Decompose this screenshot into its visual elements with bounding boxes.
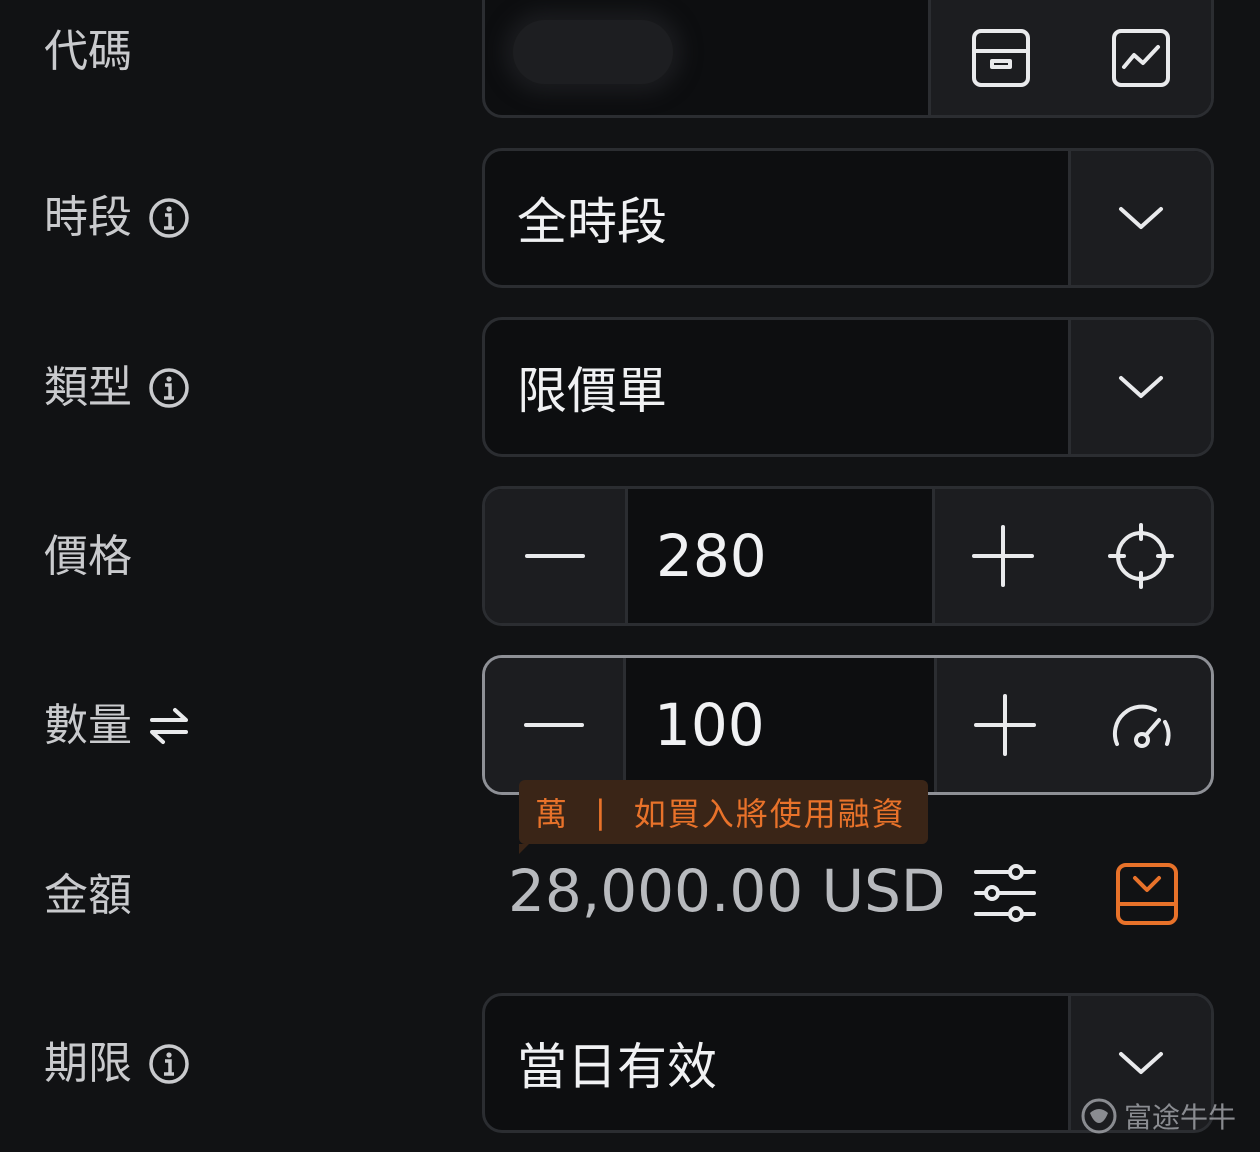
order-type-select[interactable]: 限價單 bbox=[482, 317, 1214, 457]
price-decrease-button[interactable] bbox=[485, 489, 628, 623]
info-icon[interactable] bbox=[148, 197, 190, 239]
session-value: 全時段 bbox=[517, 193, 667, 251]
quantity-stepper[interactable]: 100 bbox=[482, 655, 1214, 795]
price-increase-button[interactable] bbox=[932, 489, 1071, 623]
bull-logo-icon bbox=[1081, 1098, 1117, 1134]
amount-label: 金額 bbox=[44, 870, 132, 921]
order-type-dropdown-button[interactable] bbox=[1068, 320, 1211, 454]
tray-down-icon bbox=[1116, 863, 1178, 925]
swap-icon[interactable] bbox=[148, 705, 190, 747]
margin-tooltip: 萬 | 如買入將使用融資 bbox=[519, 780, 928, 854]
price-input[interactable]: 280 bbox=[628, 489, 932, 623]
quantity-input[interactable]: 100 bbox=[626, 658, 934, 792]
watermark: 富途牛牛 bbox=[1080, 1096, 1236, 1136]
chevron-down-icon bbox=[1119, 207, 1163, 229]
code-label: 代碼 bbox=[44, 26, 132, 77]
plus-icon bbox=[972, 525, 1034, 587]
sliders-icon bbox=[974, 864, 1036, 922]
type-label: 類型 bbox=[44, 366, 190, 410]
minus-icon bbox=[525, 554, 585, 558]
archive-icon bbox=[972, 28, 1030, 87]
price-target-button[interactable] bbox=[1071, 489, 1211, 623]
tooltip-separator: | bbox=[595, 793, 608, 831]
minus-icon bbox=[524, 723, 584, 727]
chart-line-icon bbox=[1112, 28, 1170, 87]
quantity-label: 數量 bbox=[44, 704, 190, 748]
info-icon[interactable] bbox=[148, 367, 190, 409]
amount-value: 28,000.00 USD bbox=[508, 857, 946, 925]
session-select[interactable]: 全時段 bbox=[482, 148, 1214, 288]
amount-collapse-button[interactable] bbox=[1115, 862, 1179, 930]
validity-value: 當日有效 bbox=[517, 1038, 717, 1096]
chevron-down-icon bbox=[1119, 1052, 1163, 1074]
tooltip-unit: 萬 bbox=[535, 795, 570, 833]
speedometer-icon bbox=[1112, 704, 1171, 748]
chevron-down-icon bbox=[1119, 376, 1163, 398]
info-icon[interactable] bbox=[148, 1043, 190, 1085]
session-dropdown-button[interactable] bbox=[1068, 151, 1211, 285]
redacted-code bbox=[513, 20, 673, 84]
code-field[interactable] bbox=[482, 0, 1214, 118]
tooltip-message: 如買入將使用融資 bbox=[633, 795, 906, 833]
quantity-decrease-button[interactable] bbox=[485, 658, 626, 792]
watermark-text: 富途牛牛 bbox=[1124, 1101, 1237, 1134]
crosshair-icon bbox=[1108, 523, 1174, 589]
quantity-increase-button[interactable] bbox=[934, 658, 1073, 792]
plus-icon bbox=[974, 694, 1036, 756]
code-input[interactable] bbox=[485, 0, 928, 115]
chart-button[interactable] bbox=[1071, 0, 1211, 115]
session-label: 時段 bbox=[44, 196, 190, 240]
order-type-value: 限價單 bbox=[517, 362, 667, 420]
price-label: 價格 bbox=[44, 531, 132, 582]
price-stepper[interactable]: 280 bbox=[482, 486, 1214, 626]
validity-label: 期限 bbox=[44, 1042, 190, 1086]
quantity-max-button[interactable] bbox=[1073, 658, 1211, 792]
archive-button[interactable] bbox=[928, 0, 1071, 115]
amount-settings-button[interactable] bbox=[972, 862, 1038, 928]
